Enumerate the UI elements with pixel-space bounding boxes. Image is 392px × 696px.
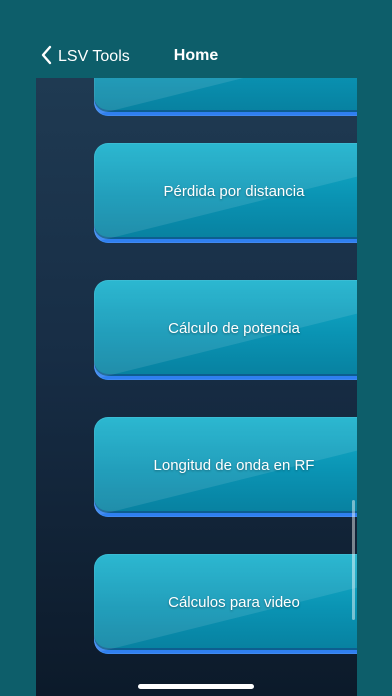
navigation-bar: LSV Tools Home bbox=[0, 0, 392, 78]
home-indicator[interactable] bbox=[138, 684, 254, 689]
menu-item-label: Longitud de onda en RF bbox=[153, 457, 315, 475]
menu-item-perdida-por-distancia[interactable]: Pérdida por distancia bbox=[94, 143, 357, 243]
page-title: Home bbox=[173, 47, 219, 64]
menu-item-calculo-de-potencia[interactable]: Cálculo de potencia bbox=[94, 280, 357, 380]
scrollbar[interactable] bbox=[352, 500, 355, 620]
menu-item-calculos-para-video[interactable]: Cálculos para video bbox=[94, 554, 357, 654]
menu-item-label: Cálculo de potencia bbox=[168, 320, 300, 338]
menu-item-label: Pérdida por distancia bbox=[163, 183, 305, 201]
menu-item-longitud-de-onda-en-rf[interactable]: Longitud de onda en RF bbox=[94, 417, 357, 517]
menu-item-partial[interactable] bbox=[94, 78, 357, 116]
right-margin-panel bbox=[357, 78, 392, 696]
menu-item-label: Cálculos para video bbox=[168, 594, 300, 612]
menu-scroll-area[interactable]: Pérdida por distancia Cálculo de potenci… bbox=[36, 78, 357, 696]
